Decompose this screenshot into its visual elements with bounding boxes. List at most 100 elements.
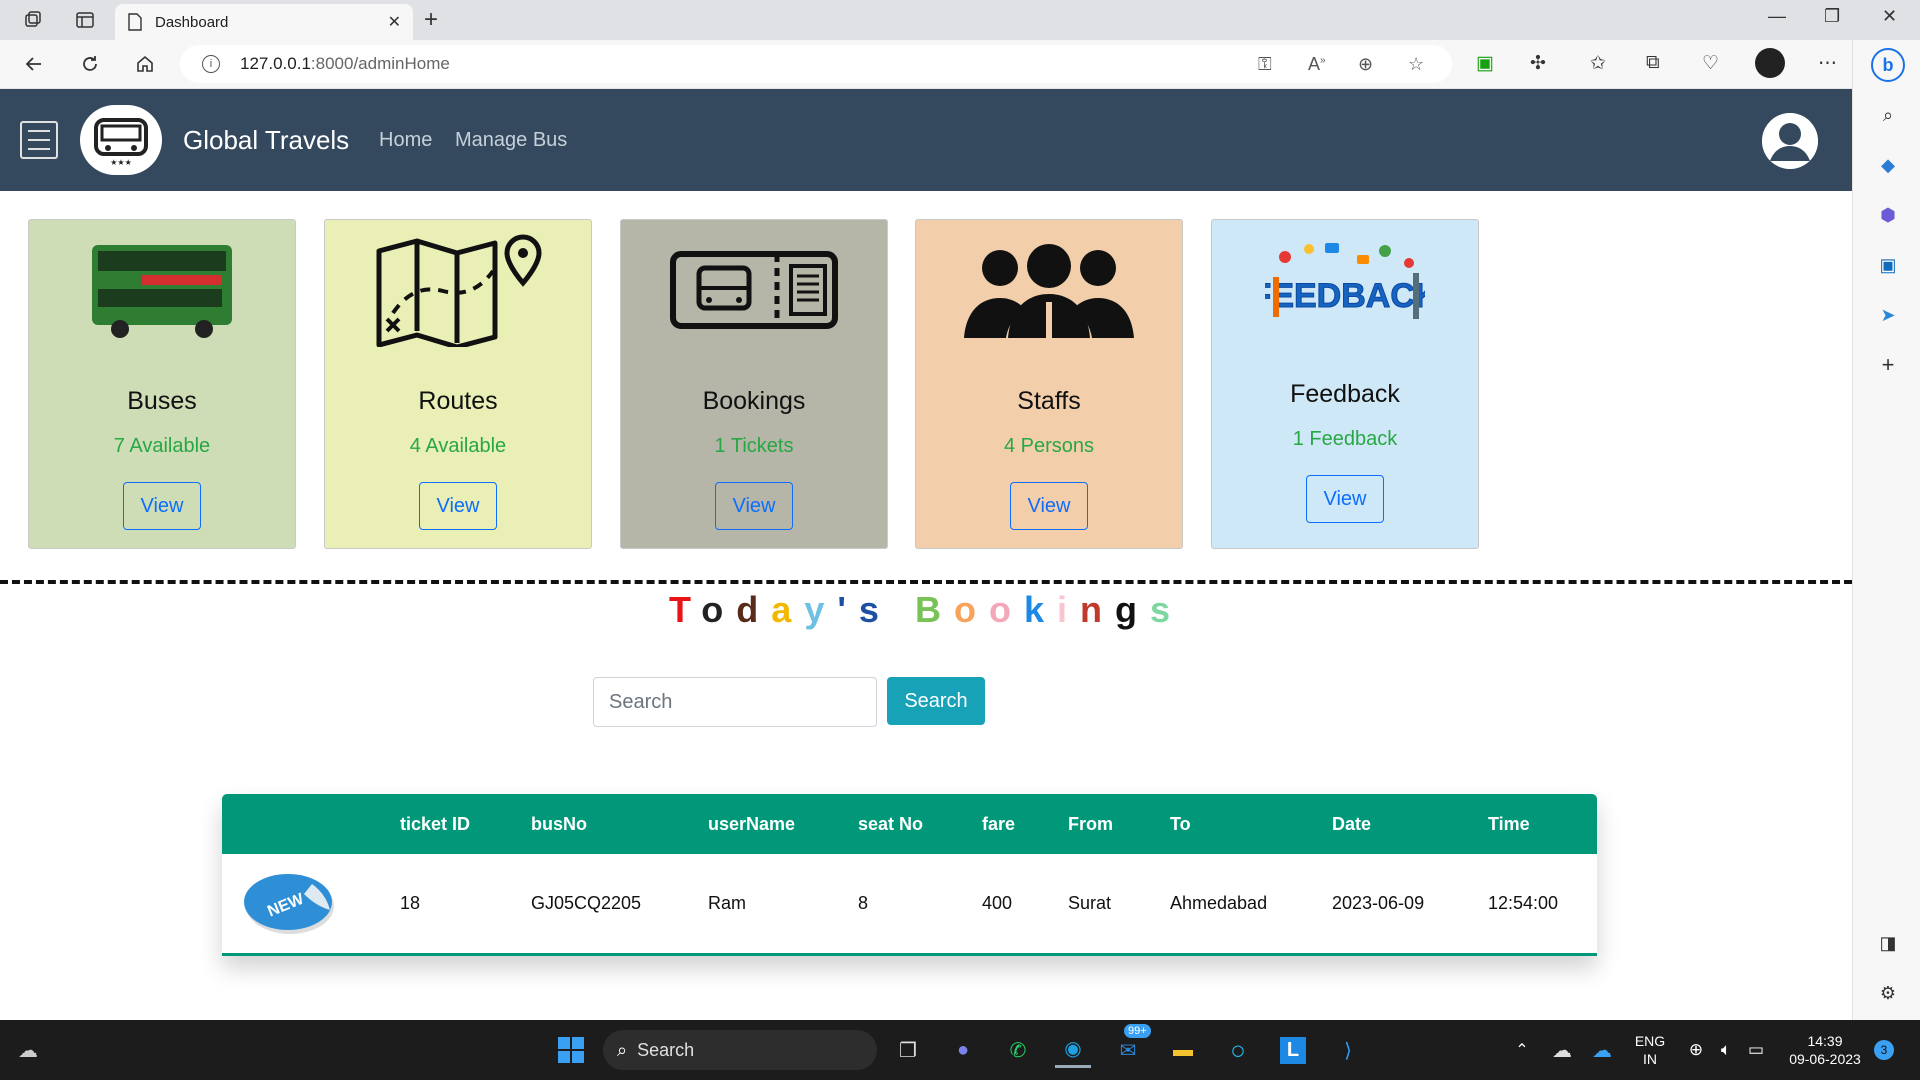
column-header: Time [1488,814,1530,834]
onedrive-icon[interactable]: ☁ [1544,1032,1580,1068]
start-windows-icon[interactable] [553,1032,589,1068]
battery-icon[interactable]: ▭ [1738,1032,1774,1068]
bus-ticket-icon [621,230,887,350]
view-bookings-button[interactable]: View [715,482,793,530]
view-staffs-button[interactable]: View [1010,482,1088,530]
whatsapp-icon[interactable]: ✆ [1000,1032,1036,1068]
refresh-icon[interactable] [76,50,104,78]
zoom-icon[interactable]: ⊕ [1358,54,1373,75]
key-icon[interactable]: ⚿ [1258,54,1272,75]
restore-icon[interactable]: ❐ [1824,6,1840,27]
cortana-icon[interactable]: ○ [1220,1032,1256,1068]
task-view-icon[interactable]: ❐ [890,1032,926,1068]
cloud-sync-icon[interactable]: ☁ [1584,1032,1620,1068]
extensions-icon[interactable]: ✣ [1530,52,1546,75]
new-tab-icon[interactable]: + [424,6,438,34]
search-icon[interactable]: ⌕ [1875,102,1901,128]
home-icon[interactable] [131,50,159,78]
heading-letter: 's [837,589,892,630]
user-avatar-icon[interactable] [1762,113,1818,169]
shopping-tag-icon[interactable]: ◆ [1875,152,1901,178]
taskbar-search-label: Search [637,1039,695,1060]
edge-sidebar: b ⌕ ◆ ⬢ ▣ ➤ + ◨ ⚙ [1852,40,1920,1020]
brand-name[interactable]: Global Travels [183,125,349,156]
table-row[interactable]: NEW 18 GJ05CQ2205 Ram 8 400 Surat Ahmeda… [222,854,1597,956]
tv-extension-icon[interactable]: ▣ [1476,52,1494,75]
svg-text:★★★: ★★★ [110,158,132,167]
heading-letter: n [1080,589,1115,630]
collections-icon[interactable]: ⧉ [1646,52,1660,74]
sidebar-toggle-icon[interactable]: ◨ [1875,930,1901,956]
mail-badge: 99+ [1124,1024,1151,1038]
card-staffs: Staffs 4 Persons View [915,219,1183,549]
back-icon[interactable] [20,50,48,78]
heading-letter: B [914,589,954,630]
edge-browser-icon[interactable]: ◉ [1055,1032,1091,1068]
outlook-icon[interactable]: ▣ [1875,252,1901,278]
todays-bookings-heading: Today's Bookings [0,589,1852,631]
address-bar[interactable]: i 127.0.0.1:8000/adminHome ⚿ A» ⊕ ☆ [180,45,1452,83]
view-routes-button[interactable]: View [419,482,497,530]
top-navbar: ★★★ Global Travels Home Manage Bus [0,89,1852,191]
column-header: seat No [858,814,924,834]
minimize-icon[interactable]: — [1768,6,1786,27]
cell-seat-no: 8 [858,893,869,913]
workspaces-icon[interactable] [20,7,46,33]
close-window-icon[interactable]: ✕ [1882,6,1897,27]
column-header: userName [708,814,796,834]
l-app-icon[interactable]: L [1275,1032,1311,1068]
view-feedback-button[interactable]: View [1306,475,1384,523]
vertical-tabs-icon[interactable] [72,7,98,33]
bing-chat-icon[interactable]: b [1871,48,1905,82]
language-indicator[interactable]: ENG IN [1630,1032,1670,1068]
card-subtitle: 4 Available [409,435,507,457]
teams-chat-icon[interactable]: ● [945,1032,981,1068]
show-hidden-icons-icon[interactable]: ⌃ [1504,1032,1540,1068]
web-page: ★★★ Global Travels Home Manage Bus Buses… [0,89,1852,1020]
site-info-icon[interactable]: i [202,55,220,73]
weather-icon[interactable]: ☁ [10,1032,46,1068]
nav-link-manage-bus[interactable]: Manage Bus [455,129,567,152]
nav-link-home[interactable]: Home [379,129,432,152]
card-title: Routes [418,387,498,415]
hamburger-menu-icon[interactable] [20,121,58,159]
clock[interactable]: 14:39 09-06-2023 [1780,1032,1870,1068]
search-input[interactable] [593,677,877,727]
card-buses: Buses 7 Available View [28,219,296,549]
read-aloud-icon[interactable]: A» [1308,54,1326,75]
vscode-icon[interactable]: ⟩ [1330,1032,1366,1068]
heading-letter: d [736,589,772,630]
heading-letter: g [1115,589,1150,630]
close-tab-icon[interactable]: ✕ [388,12,401,32]
search-button[interactable]: Search [887,677,985,725]
mail-icon[interactable]: ✉ 99+ [1110,1024,1151,1068]
people-group-icon [916,230,1182,350]
settings-gear-icon[interactable]: ⚙ [1875,980,1901,1006]
table-header: ticket ID busNo userName seat No fare Fr… [222,794,1597,854]
drop-icon[interactable]: ➤ [1875,302,1901,328]
address-toolbar: i 127.0.0.1:8000/adminHome ⚿ A» ⊕ ☆ ▣ ✣ … [0,40,1920,89]
profile-avatar-icon[interactable] [1755,48,1785,78]
notification-count[interactable]: 3 [1874,1040,1894,1060]
bookings-table: ticket ID busNo userName seat No fare Fr… [222,794,1597,956]
card-bookings: Bookings 1 Tickets View [620,219,888,549]
performance-icon[interactable]: ♡ [1702,52,1719,75]
cell-to: Ahmedabad [1170,893,1268,913]
favorites-icon[interactable]: ✩ [1590,52,1606,75]
card-subtitle: 4 Persons [1003,435,1095,457]
favorite-star-icon[interactable]: ☆ [1408,54,1424,75]
active-tab[interactable]: Dashboard ✕ [115,4,413,40]
heading-letter: o [988,589,1024,630]
view-buses-button[interactable]: View [123,482,201,530]
heading-letter: T [668,589,702,630]
tools-icon[interactable]: ⬢ [1875,202,1901,228]
file-explorer-icon[interactable]: ▬ [1165,1032,1201,1068]
taskbar-search[interactable]: ⌕ Search [603,1030,877,1070]
column-header: From [1068,814,1113,834]
cell-ticket-id: 18 [400,893,421,913]
map-route-icon [325,230,591,350]
more-menu-icon[interactable]: ⋯ [1818,52,1837,75]
add-sidebar-icon[interactable]: + [1875,352,1901,378]
column-header: To [1170,814,1191,834]
section-divider [0,580,1852,584]
